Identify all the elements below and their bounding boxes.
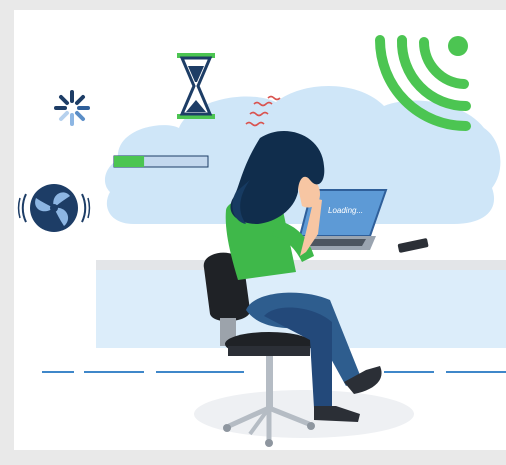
spinner-icon (54, 90, 90, 126)
fan-icon (17, 184, 91, 232)
desk-top (96, 260, 506, 270)
laptop-screen-text: Loading... (328, 206, 363, 215)
waiting-illustration: Loading... (17, 35, 506, 447)
phone-icon (397, 238, 429, 253)
hourglass-icon (177, 53, 215, 119)
progress-bar (113, 155, 209, 168)
illustration-card: Loading... (14, 10, 506, 450)
